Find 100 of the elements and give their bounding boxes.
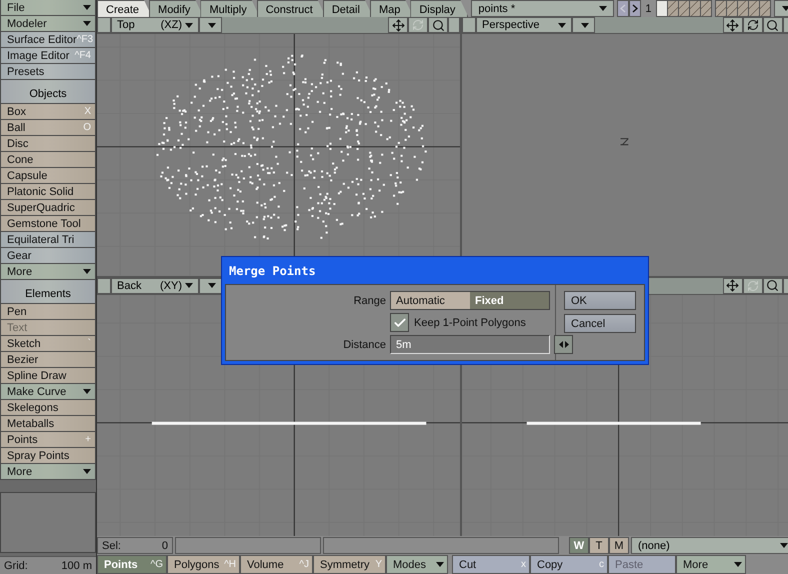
search-icon xyxy=(766,18,780,32)
tool-button[interactable]: Surface Editor^F3 xyxy=(0,32,96,48)
layer-toggle[interactable] xyxy=(656,0,668,17)
grid-size-bar: Grid: 100 m xyxy=(0,556,96,574)
move-view-button[interactable] xyxy=(722,278,743,294)
distance-label: Distance xyxy=(342,338,386,350)
view-type-dropdown[interactable]: Top (XZ) xyxy=(111,17,199,33)
tool-button[interactable]: Skelegons xyxy=(0,400,96,416)
layer-toggle[interactable] xyxy=(688,0,701,17)
rotate-view-button[interactable] xyxy=(742,17,763,33)
range-option[interactable]: Fixed xyxy=(470,292,549,309)
tool-button[interactable]: Presets xyxy=(0,64,96,80)
object-dropdown[interactable]: points * xyxy=(471,0,614,17)
tool-button[interactable]: Equilateral Tri xyxy=(0,232,96,248)
layer-toggle[interactable] xyxy=(666,0,679,17)
toolbar-tab[interactable]: Construct xyxy=(256,0,326,17)
toolbar-tab[interactable]: Display xyxy=(410,0,468,17)
caret-icon xyxy=(782,6,788,11)
check-icon xyxy=(392,316,406,330)
ok-button[interactable]: OK xyxy=(564,291,636,310)
menu-button[interactable]: More xyxy=(676,555,746,574)
menu-button[interactable]: More xyxy=(0,464,96,480)
zoom-view-button[interactable] xyxy=(762,17,783,33)
next-layer-button[interactable] xyxy=(629,0,642,17)
range-label: Range xyxy=(352,294,386,306)
mode-button[interactable]: Volume ^J xyxy=(240,555,313,574)
search-icon xyxy=(766,279,780,292)
section-header: Objects xyxy=(0,80,96,104)
zoom-view-button[interactable] xyxy=(428,17,448,33)
layer-mode-button[interactable]: T xyxy=(589,537,609,554)
layer-toggle[interactable] xyxy=(748,0,760,17)
view-options-dropdown[interactable] xyxy=(572,17,595,33)
tool-button[interactable]: Box X xyxy=(0,104,96,120)
tool-button[interactable]: Metaballs xyxy=(0,416,96,432)
layer-mode-button[interactable]: W xyxy=(569,537,589,554)
viewport-corner-button[interactable] xyxy=(462,17,476,33)
layer-toggle[interactable] xyxy=(726,0,738,17)
menu-button[interactable]: Make Curve xyxy=(0,384,96,400)
viewport-corner-button[interactable] xyxy=(97,278,111,294)
rotate-icon xyxy=(412,19,424,31)
zoom-view-button[interactable] xyxy=(762,278,783,294)
dialog-title: Merge Points xyxy=(228,262,317,280)
mode-button[interactable]: Symmetry Y xyxy=(313,555,386,574)
mode-button[interactable]: Points ^G xyxy=(97,555,167,574)
tool-button[interactable]: Sketch ` xyxy=(0,336,96,352)
view-type-dropdown[interactable]: Perspective xyxy=(476,17,572,33)
tool-button[interactable]: Cone xyxy=(0,152,96,168)
distance-input[interactable]: 5m xyxy=(390,335,550,354)
move-view-button[interactable] xyxy=(388,17,408,33)
tool-button[interactable]: Disc xyxy=(0,136,96,152)
checkbox[interactable] xyxy=(390,313,409,332)
tool-button[interactable]: Points + xyxy=(0,432,96,448)
rotate-icon xyxy=(746,19,759,31)
view-options-dropdown[interactable] xyxy=(199,278,222,294)
viewport-corner-button[interactable] xyxy=(97,17,111,33)
menu-button[interactable]: Modes xyxy=(386,555,448,574)
surface-dropdown[interactable]: (none) xyxy=(631,537,788,554)
layer-toggle[interactable] xyxy=(700,0,712,17)
tool-button[interactable]: Bezier xyxy=(0,352,96,368)
caret-icon xyxy=(734,562,742,567)
tool-button[interactable]: Image Editor ^F4 xyxy=(0,48,96,64)
left-right-arrows-icon xyxy=(558,341,568,348)
menu-button[interactable]: File xyxy=(0,0,96,16)
view-options-dropdown[interactable] xyxy=(199,17,222,33)
tool-button[interactable]: Gear xyxy=(0,248,96,264)
tool-button[interactable]: Spray Points xyxy=(0,448,96,464)
edit-button[interactable]: Copy c xyxy=(530,555,608,574)
spinner-button[interactable] xyxy=(554,335,573,354)
tool-button[interactable]: Platonic Solid xyxy=(0,184,96,200)
menu-button[interactable]: Modeler xyxy=(0,16,96,32)
toolbar-tab[interactable]: Multiply xyxy=(200,0,260,17)
menu-button[interactable]: More xyxy=(0,264,96,280)
caret-icon xyxy=(185,22,193,28)
cancel-button[interactable]: Cancel xyxy=(564,314,636,333)
tool-button[interactable]: Capsule xyxy=(0,168,96,184)
layer-toggle[interactable] xyxy=(758,0,771,17)
caret-icon xyxy=(581,22,589,28)
chevron-left-icon xyxy=(620,4,626,13)
layer-toggle[interactable] xyxy=(736,0,749,17)
view-type-dropdown[interactable]: Back (XY) xyxy=(111,278,199,294)
move-icon xyxy=(726,18,740,32)
tool-button[interactable]: SuperQuadric xyxy=(0,200,96,216)
tool-button[interactable]: Ball O xyxy=(0,120,96,136)
range-option[interactable]: Automatic xyxy=(391,292,470,309)
move-view-button[interactable] xyxy=(722,17,743,33)
tool-button[interactable]: Spline Draw xyxy=(0,368,96,384)
toolbar-tab[interactable]: Detail xyxy=(322,0,373,17)
caret-icon xyxy=(83,5,91,10)
caret-icon xyxy=(83,469,91,474)
caret-icon xyxy=(208,283,216,288)
caret-icon xyxy=(558,22,566,28)
layer-toggle[interactable] xyxy=(714,0,727,17)
layer-toggle[interactable] xyxy=(678,0,690,17)
mode-button[interactable]: Polygons ^H xyxy=(167,555,240,574)
tool-button[interactable]: Gemstone Tool xyxy=(0,216,96,232)
caret-icon xyxy=(780,543,788,548)
axis-marker-icon xyxy=(620,138,629,146)
tool-button[interactable]: Pen xyxy=(0,304,96,320)
layer-mode-button[interactable]: M xyxy=(609,537,629,554)
edit-button[interactable]: Cut x xyxy=(452,555,530,574)
